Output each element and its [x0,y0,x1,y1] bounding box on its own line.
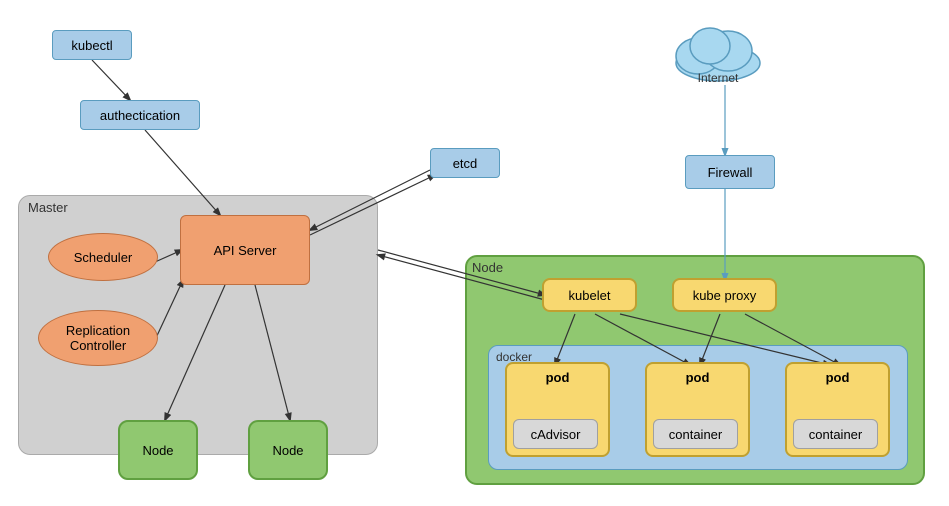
api-server-label: API Server [214,243,277,258]
node-left2-box: Node [248,420,328,480]
authentication-label: authectication [100,108,180,123]
container2-label: container [669,427,722,442]
pod1-box: pod cAdvisor [505,362,610,457]
kubelet-box: kubelet [542,278,637,312]
pod2-box: pod container [645,362,750,457]
cAdvisor-box: cAdvisor [513,419,598,449]
internet-label: Internet [698,71,739,85]
node-left2-label: Node [272,443,303,458]
pod3-box: pod container [785,362,890,457]
etcd-label: etcd [453,156,478,171]
kubelet-label: kubelet [569,288,611,303]
kube-proxy-label: kube proxy [693,288,757,303]
diagram: Master Node docker [0,0,949,506]
node-left1-box: Node [118,420,198,480]
pod3-label: pod [826,370,850,385]
container3-label: container [809,427,862,442]
replication-controller-box: Replication Controller [38,310,158,366]
firewall-box: Firewall [685,155,775,189]
kubectl-label: kubectl [71,38,112,53]
kubectl-box: kubectl [52,30,132,60]
node-label: Node [472,260,503,275]
firewall-label: Firewall [708,165,753,180]
node-left1-label: Node [142,443,173,458]
scheduler-box: Scheduler [48,233,158,281]
master-label: Master [28,200,68,215]
internet-cloud: Internet [668,18,768,83]
container2-box: container [653,419,738,449]
pod2-label: pod [686,370,710,385]
etcd-box: etcd [430,148,500,178]
replication-controller-label: Replication Controller [66,323,130,353]
authentication-box: authectication [80,100,200,130]
scheduler-label: Scheduler [74,250,133,265]
container3-box: container [793,419,878,449]
pod1-label: pod [546,370,570,385]
kube-proxy-box: kube proxy [672,278,777,312]
api-server-box: API Server [180,215,310,285]
cAdvisor-label: cAdvisor [531,427,581,442]
